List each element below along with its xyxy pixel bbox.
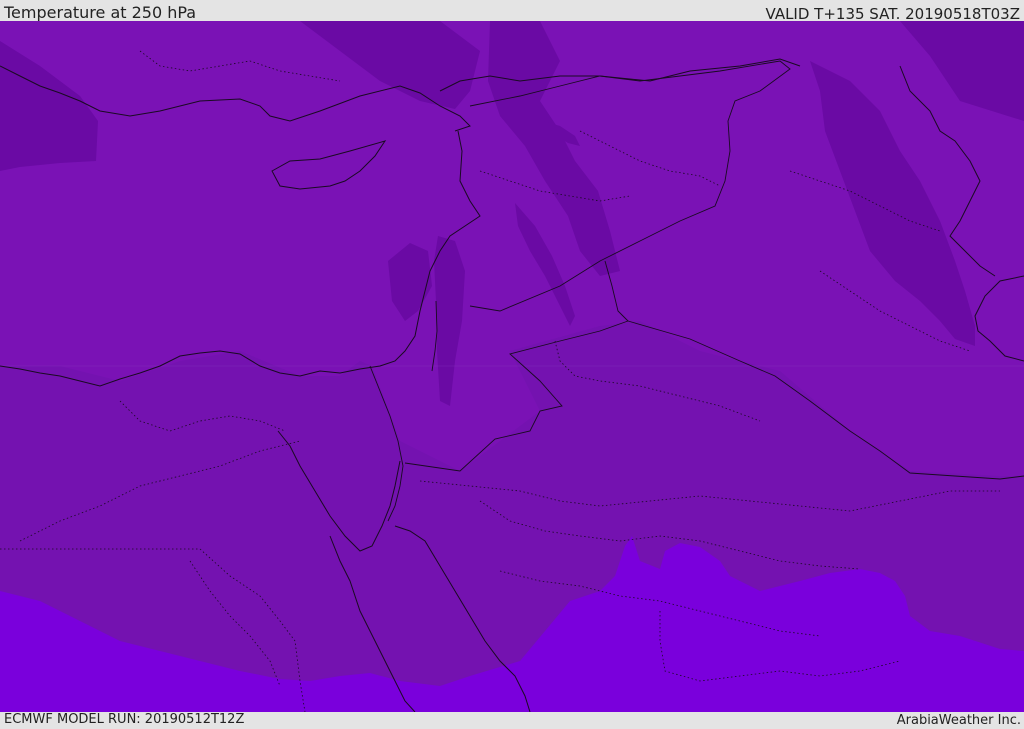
footer-bar: ECMWF MODEL RUN: 20190512T12Z ArabiaWeat… <box>0 712 1024 729</box>
credit-label: ArabiaWeather Inc. <box>896 713 1021 728</box>
weather-map <box>0 21 1024 712</box>
map-title: Temperature at 250 hPa <box>4 3 197 22</box>
model-run-label: ECMWF MODEL RUN: 20190512T12Z <box>4 712 245 727</box>
header-bar: Temperature at 250 hPa VALID T+135 SAT. … <box>0 0 1024 23</box>
